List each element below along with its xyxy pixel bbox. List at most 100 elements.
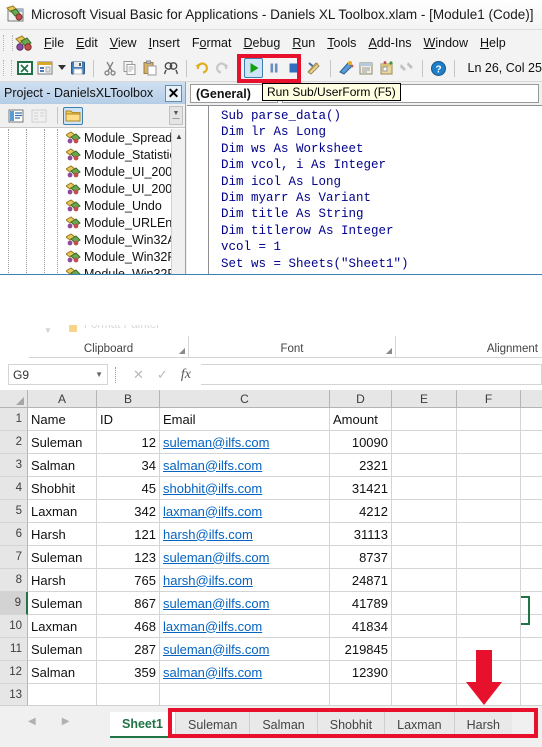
dialog-launcher-icon[interactable]: ◢ (179, 346, 185, 355)
cell-C1[interactable]: Email (160, 408, 330, 431)
cell-E1[interactable] (392, 408, 457, 431)
cell-F4[interactable] (457, 477, 521, 500)
toolbar-drag-grip[interactable] (3, 60, 13, 76)
cell-F6[interactable] (457, 523, 521, 546)
cell-G3[interactable] (521, 454, 542, 477)
cell-D6[interactable]: 31113 (330, 523, 392, 546)
row-header-8[interactable]: 8 (0, 569, 28, 592)
cell-C11[interactable]: suleman@ilfs.com (160, 638, 330, 661)
cell-B9[interactable]: 867 (97, 592, 160, 615)
cell-E12[interactable] (392, 661, 457, 684)
view-object-icon[interactable] (29, 107, 49, 125)
sheet-tab-sheet1[interactable]: Sheet1 (110, 712, 175, 738)
table-row[interactable]: 9 Suleman 867 suleman@ilfs.com 41789 (0, 592, 542, 615)
tree-item-module[interactable]: Module_UI_2007 (0, 180, 185, 197)
cell-E8[interactable] (392, 569, 457, 592)
row-header-11[interactable]: 11 (0, 638, 28, 661)
insert-function-icon[interactable]: fx (181, 367, 191, 383)
cell-A9[interactable]: Suleman (28, 592, 97, 615)
menu-item-file[interactable]: File (38, 33, 70, 53)
cell-C6[interactable]: harsh@ilfs.com (160, 523, 330, 546)
cell-E2[interactable] (392, 431, 457, 454)
menu-item-addins[interactable]: Add-Ins (362, 33, 417, 53)
cell-F1[interactable] (457, 408, 521, 431)
cell-A7[interactable]: Suleman (28, 546, 97, 569)
cell-F9[interactable] (457, 592, 521, 615)
cell-F10[interactable] (457, 615, 521, 638)
cut-icon[interactable] (100, 58, 118, 78)
tree-item-module[interactable]: Module_Win32Fi (0, 248, 185, 265)
row-header-5[interactable]: 5 (0, 500, 28, 523)
scroll-up-icon[interactable]: ▲ (172, 129, 185, 143)
row-header-1[interactable]: 1 (0, 408, 28, 431)
cell-C13[interactable] (160, 684, 330, 707)
cell-G6[interactable] (521, 523, 542, 546)
table-row[interactable]: 8 Harsh 765 harsh@ilfs.com 24871 (0, 569, 542, 592)
cell-G11[interactable] (521, 638, 542, 661)
column-header-c[interactable]: C (160, 390, 330, 408)
cell-E10[interactable] (392, 615, 457, 638)
row-header-9[interactable]: 9 (0, 592, 28, 615)
view-code-icon[interactable] (6, 107, 26, 125)
column-header-d[interactable]: D (330, 390, 392, 408)
cell-A13[interactable] (28, 684, 97, 707)
cell-G2[interactable] (521, 431, 542, 454)
row-header-2[interactable]: 2 (0, 431, 28, 454)
cell-E9[interactable] (392, 592, 457, 615)
cell-B7[interactable]: 123 (97, 546, 160, 569)
tree-item-module[interactable]: Module_Win32AI (0, 231, 185, 248)
cell-C8[interactable]: harsh@ilfs.com (160, 569, 330, 592)
row-header-4[interactable]: 4 (0, 477, 28, 500)
row-header-7[interactable]: 7 (0, 546, 28, 569)
menu-item-format[interactable]: Format (186, 33, 238, 53)
cell-A4[interactable]: Shobhit (28, 477, 97, 500)
tree-item-module[interactable]: Module_Statistic (0, 146, 185, 163)
table-row[interactable]: 1 Name ID Email Amount (0, 408, 542, 431)
paste-icon[interactable] (141, 58, 159, 78)
view-excel-icon[interactable] (15, 58, 33, 78)
column-header-e[interactable]: E (392, 390, 457, 408)
row-header-13[interactable]: 13 (0, 684, 28, 707)
name-box[interactable]: G9 ▼ (8, 364, 108, 385)
cell-C10[interactable]: laxman@ilfs.com (160, 615, 330, 638)
cell-B1[interactable]: ID (97, 408, 160, 431)
menu-item-window[interactable]: Window (418, 33, 474, 53)
row-header-6[interactable]: 6 (0, 523, 28, 546)
cell-D13[interactable] (330, 684, 392, 707)
cell-E7[interactable] (392, 546, 457, 569)
cell-D3[interactable]: 2321 (330, 454, 392, 477)
cell-C5[interactable]: laxman@ilfs.com (160, 500, 330, 523)
chevron-down-icon[interactable]: ▼ (95, 370, 103, 379)
undo-icon[interactable] (193, 58, 211, 78)
object-browser-icon[interactable] (378, 58, 396, 78)
cell-D2[interactable]: 10090 (330, 431, 392, 454)
cell-D5[interactable]: 4212 (330, 500, 392, 523)
close-icon[interactable]: ✕ (165, 84, 182, 102)
vba-code-body[interactable]: Sub parse_data() Dim lr As Long Dim ws A… (187, 105, 542, 274)
cell-B12[interactable]: 359 (97, 661, 160, 684)
grid-rows[interactable]: 1 Name ID Email Amount 2 Suleman 12 suleman@ilfs… (0, 408, 542, 707)
cell-D8[interactable]: 24871 (330, 569, 392, 592)
cell-F3[interactable] (457, 454, 521, 477)
toolbox-icon[interactable] (398, 58, 416, 78)
cell-D10[interactable]: 41834 (330, 615, 392, 638)
row-header-12[interactable]: 12 (0, 661, 28, 684)
table-row[interactable]: 5 Laxman 342 laxman@ilfs.com 4212 (0, 500, 542, 523)
save-icon[interactable] (69, 58, 87, 78)
cell-A1[interactable]: Name (28, 408, 97, 431)
cell-C9[interactable]: suleman@ilfs.com (160, 592, 330, 615)
toggle-folders-icon[interactable] (63, 106, 83, 125)
cell-G1[interactable] (521, 408, 542, 431)
cell-B2[interactable]: 12 (97, 431, 160, 454)
nav-prev-icon[interactable]: ◀ (28, 716, 36, 727)
row-header-10[interactable]: 10 (0, 615, 28, 638)
menu-item-view[interactable]: View (104, 33, 143, 53)
cell-C7[interactable]: suleman@ilfs.com (160, 546, 330, 569)
cell-G4[interactable] (521, 477, 542, 500)
insert-dropdown-icon[interactable] (56, 58, 67, 78)
cell-F5[interactable] (457, 500, 521, 523)
table-row[interactable]: 2 Suleman 12 suleman@ilfs.com 10090 (0, 431, 542, 454)
table-row[interactable]: 10 Laxman 468 laxman@ilfs.com 41834 (0, 615, 542, 638)
menu-item-insert[interactable]: Insert (143, 33, 186, 53)
nav-next-icon[interactable]: ▶ (62, 716, 70, 727)
